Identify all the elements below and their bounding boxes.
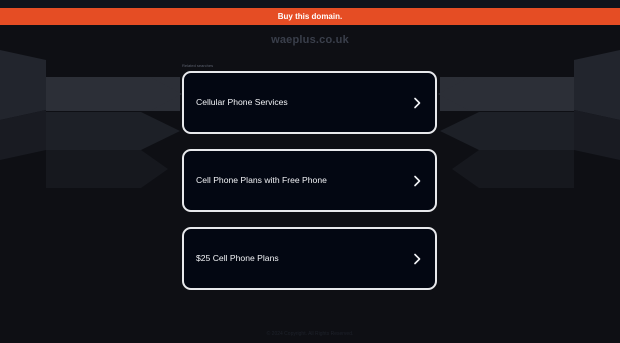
related-search-link-1[interactable]: Cellular Phone Services xyxy=(182,71,437,134)
chevron-right-icon xyxy=(414,175,421,187)
chevron-right-icon xyxy=(414,97,421,109)
related-search-link-2[interactable]: Cell Phone Plans with Free Phone xyxy=(182,149,437,212)
top-strip xyxy=(0,0,620,8)
domain-name-title: waeplus.co.uk xyxy=(271,34,349,46)
related-search-label: Cellular Phone Services xyxy=(196,97,288,107)
parked-domain-page: Buy this domain. waeplus.co.uk Related s… xyxy=(0,0,620,343)
related-search-label: $25 Cell Phone Plans xyxy=(196,253,279,263)
buy-domain-button[interactable]: Buy this domain. xyxy=(0,8,620,25)
related-searches-label: Related searches xyxy=(182,63,214,68)
chevron-right-icon xyxy=(414,253,421,265)
related-search-label: Cell Phone Plans with Free Phone xyxy=(196,175,327,185)
related-search-link-3[interactable]: $25 Cell Phone Plans xyxy=(182,227,437,290)
footer-copyright: © 2024 Copyright. All Rights Reserved. xyxy=(266,331,354,337)
